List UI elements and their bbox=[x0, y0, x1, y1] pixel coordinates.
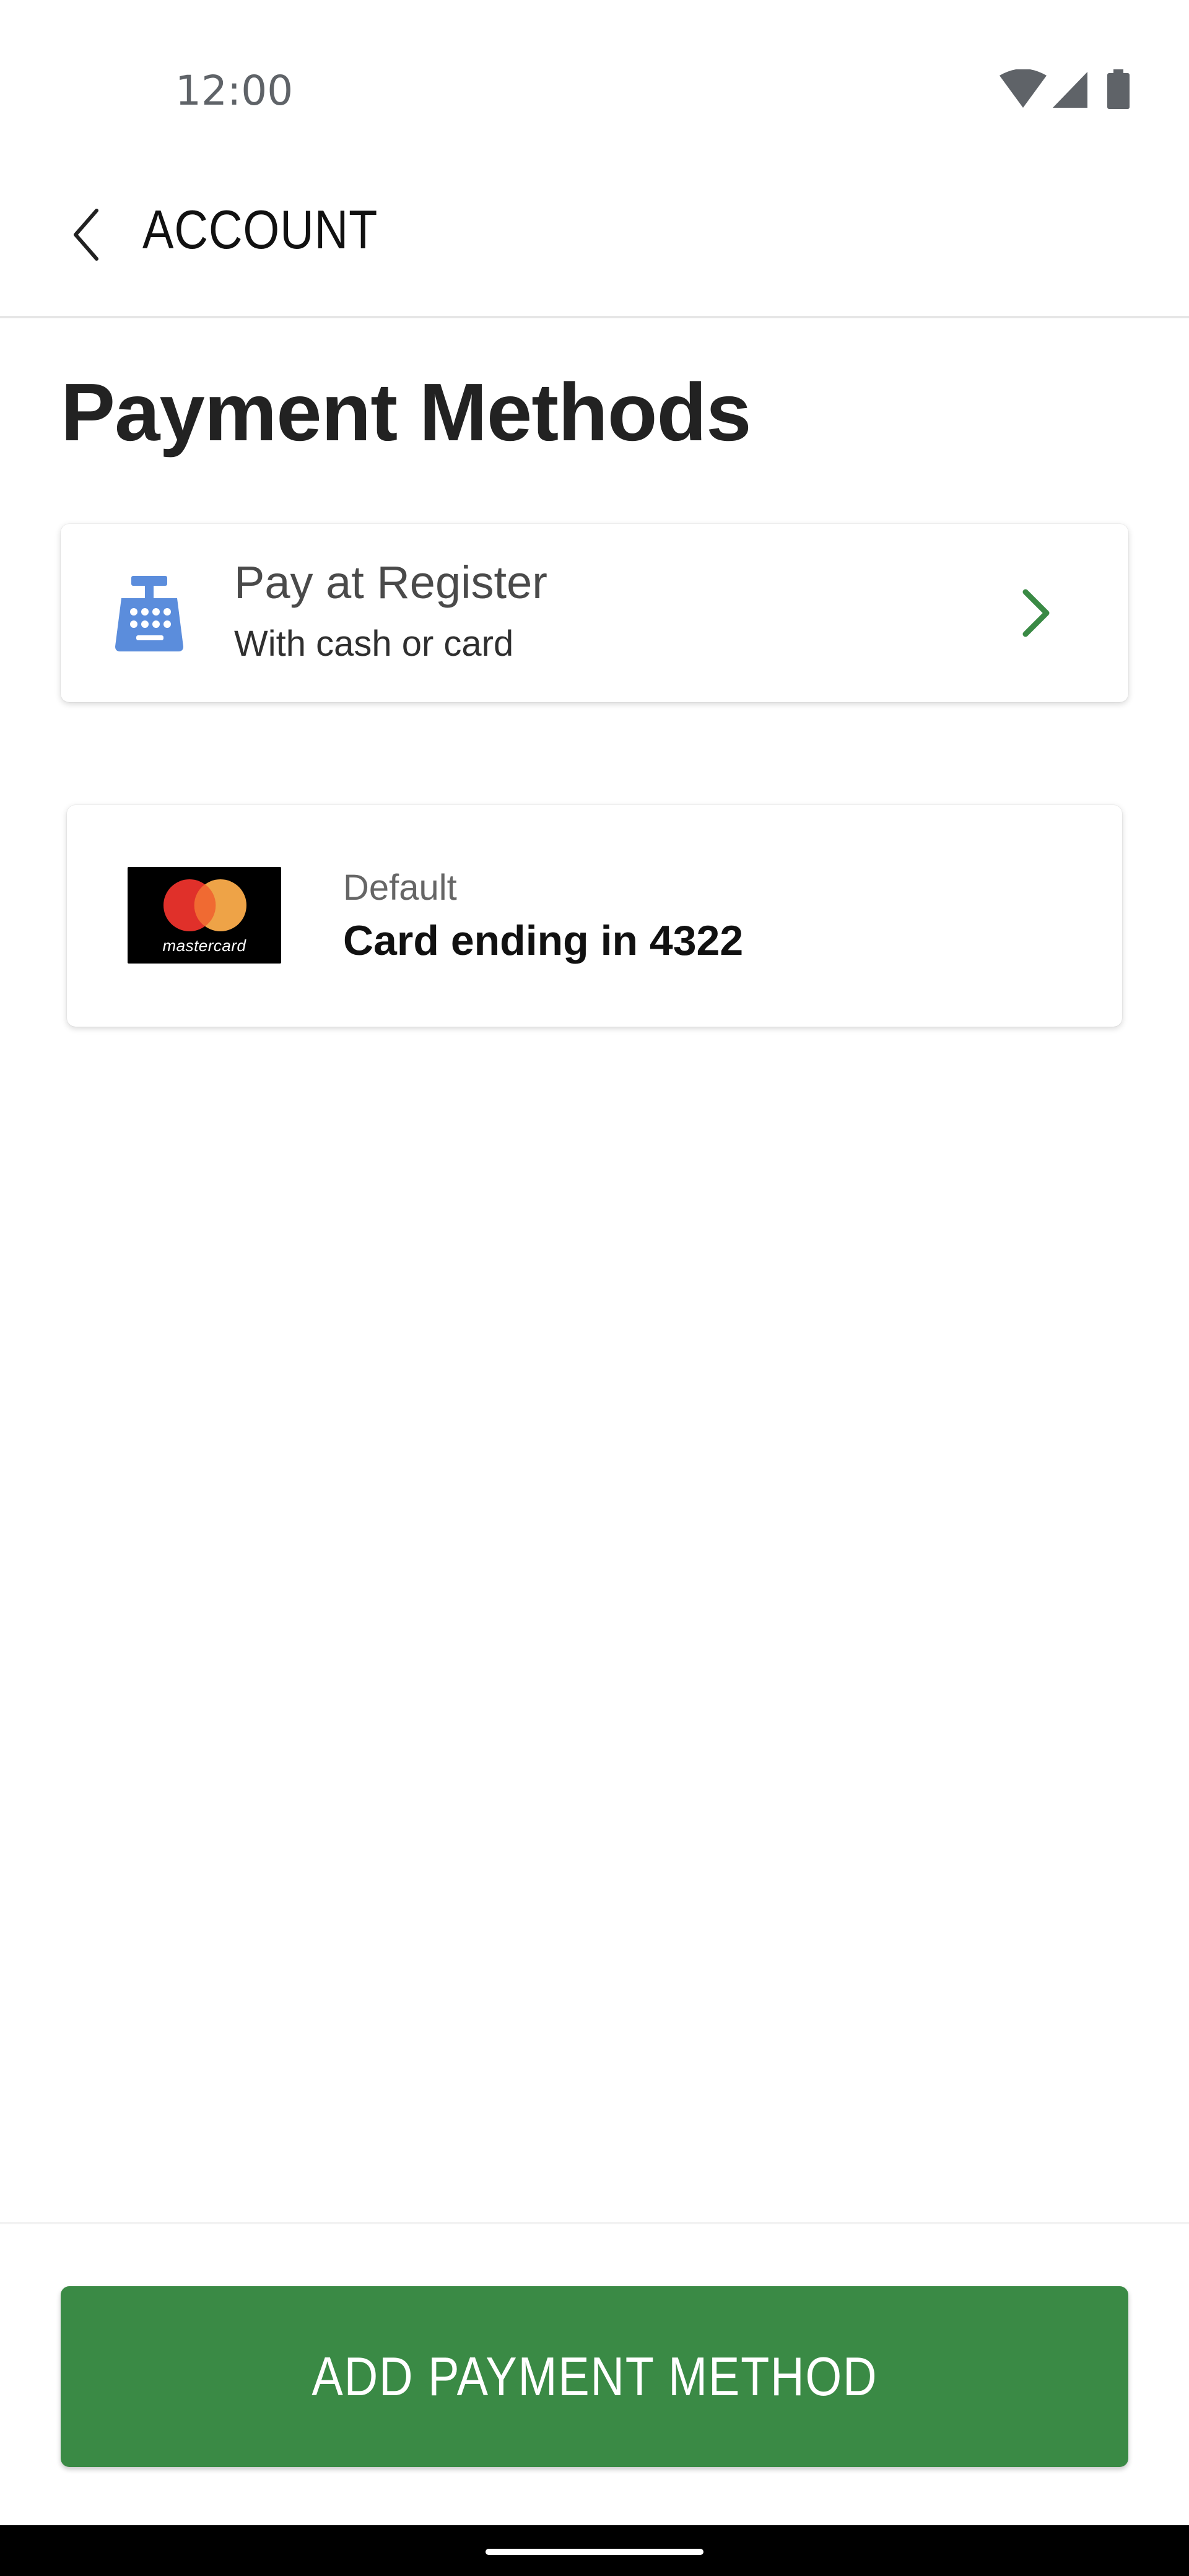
default-label: Default bbox=[343, 868, 457, 908]
cellular-signal-icon bbox=[1053, 72, 1087, 108]
app-bar: ACCOUNT bbox=[0, 149, 1189, 318]
add-payment-method-button[interactable]: ADD PAYMENT METHOD bbox=[61, 2286, 1128, 2467]
battery-icon bbox=[1107, 69, 1130, 109]
pay-at-register-title: Pay at Register bbox=[234, 557, 547, 608]
footer: ADD PAYMENT METHOD bbox=[0, 2222, 1189, 2525]
mastercard-logo: mastercard bbox=[128, 867, 281, 964]
chevron-right-icon bbox=[1022, 589, 1050, 637]
home-gesture-handle[interactable] bbox=[486, 2549, 703, 2555]
status-time: 12:00 bbox=[175, 67, 294, 115]
system-navigation-bar bbox=[0, 2525, 1189, 2576]
app-bar-title: ACCOUNT bbox=[142, 199, 378, 260]
pay-at-register-card[interactable]: Pay at Register With cash or card bbox=[61, 524, 1128, 702]
chevron-left-icon bbox=[74, 209, 98, 261]
back-button[interactable] bbox=[50, 186, 124, 279]
mastercard-circles-icon bbox=[163, 879, 246, 931]
saved-card-item[interactable]: mastercard Default Card ending in 4322 bbox=[67, 805, 1122, 1027]
status-bar: 12:00 bbox=[0, 0, 1189, 149]
cash-register-icon bbox=[115, 576, 183, 651]
card-label: Card ending in 4322 bbox=[343, 917, 744, 964]
mastercard-logo-text: mastercard bbox=[162, 936, 246, 955]
wifi-icon bbox=[1000, 69, 1047, 108]
status-icons bbox=[998, 69, 1135, 113]
add-payment-method-label: ADD PAYMENT METHOD bbox=[311, 2346, 878, 2407]
pay-at-register-subtitle: With cash or card bbox=[234, 624, 514, 664]
page-title: Payment Methods bbox=[61, 367, 752, 458]
